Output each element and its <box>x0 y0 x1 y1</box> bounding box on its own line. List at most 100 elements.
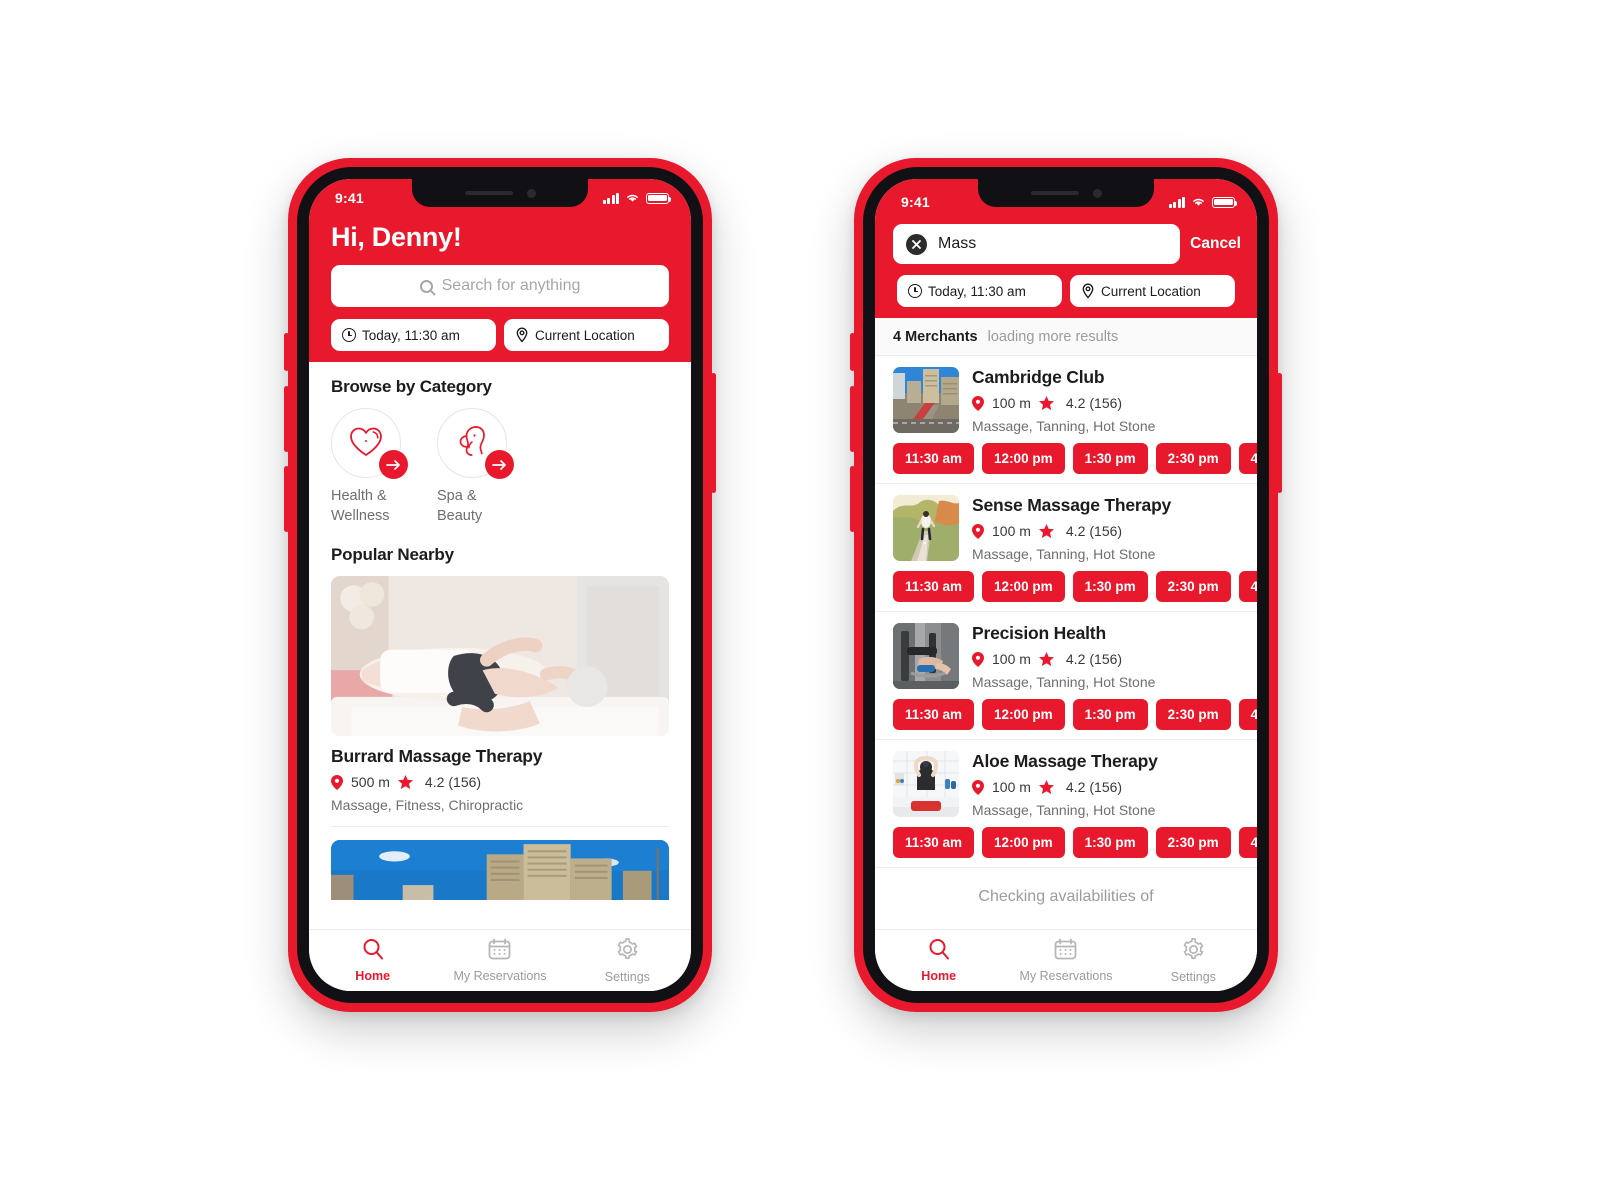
merchant-thumbnail <box>893 495 959 561</box>
star-icon <box>1038 395 1054 411</box>
cellular-bars-icon <box>602 192 619 204</box>
category-spa-beauty[interactable]: Spa & Beauty <box>437 408 514 526</box>
arrow-right-icon[interactable] <box>485 450 514 479</box>
home-content: Browse by Category Health & Wellness Spa… <box>309 362 691 901</box>
tab-settings[interactable]: Settings <box>564 937 691 984</box>
tab-my-reservations[interactable]: My Reservations <box>436 938 563 983</box>
filter-datetime-label: Today, 11:30 am <box>362 327 460 343</box>
category-section-title: Browse by Category <box>331 377 492 396</box>
clock-icon <box>342 328 356 342</box>
timeslot-button[interactable]: 12:00 pm <box>982 571 1065 602</box>
star-icon <box>1038 651 1054 667</box>
timeslot-button[interactable]: 4:00 pm <box>1238 443 1257 474</box>
phone-search-results: 9:41 Mass Cancel Today, 11:30 am Current… <box>850 158 1282 1012</box>
timeslot-button[interactable]: 12:00 pm <box>982 699 1065 730</box>
filter-row: Today, 11:30 am Current Location <box>309 319 691 362</box>
tab-home[interactable]: Home <box>309 938 436 983</box>
timeslot-button[interactable]: 11:30 am <box>893 699 975 730</box>
timeslot-button[interactable]: 12:00 pm <box>982 443 1065 474</box>
category-icon-circle <box>331 408 408 479</box>
filter-location-label: Current Location <box>1101 283 1201 299</box>
timeslot-button[interactable]: 1:30 pm <box>1072 699 1148 730</box>
filter-location[interactable]: Current Location <box>1070 275 1235 307</box>
results-header: 4 Merchants loading more results <box>875 318 1257 356</box>
timeslot-button[interactable]: 11:30 am <box>893 827 975 858</box>
star-icon <box>397 774 413 790</box>
tab-settings[interactable]: Settings <box>1130 937 1257 984</box>
timeslot-button[interactable]: 4:00 pm <box>1238 827 1257 858</box>
gear-icon <box>1182 937 1205 966</box>
loading-status-text: Checking availabilities of <box>978 888 1154 905</box>
merchant-thumbnail <box>893 751 959 817</box>
volume-down-button[interactable] <box>284 466 289 532</box>
search-input[interactable]: Mass <box>893 224 1181 264</box>
timeslot-button[interactable]: 2:30 pm <box>1155 699 1231 730</box>
tab-my-reservations[interactable]: My Reservations <box>1002 938 1129 983</box>
results-loading-label: loading more results <box>987 329 1119 345</box>
cancel-button[interactable]: Cancel <box>1190 235 1241 253</box>
card-meta: 500 m 4.2 (156) <box>331 774 669 790</box>
power-button[interactable] <box>711 373 716 493</box>
timeslot-list: 11:30 am 12:00 pm 1:30 pm 2:30 pm 4:00 p… <box>893 827 1257 858</box>
category-icon-circle <box>437 408 514 479</box>
mute-switch[interactable] <box>284 333 289 371</box>
filter-location-label: Current Location <box>535 327 635 343</box>
popular-card-1[interactable]: Burrard Massage Therapy 500 m 4.2 (156) <box>309 576 691 828</box>
volume-up-button[interactable] <box>850 386 855 452</box>
bottom-tab-bar: Home My Reservations Settings <box>875 929 1257 991</box>
timeslot-button[interactable]: 1:30 pm <box>1072 827 1148 858</box>
card-tags: Massage, Fitness, Chiropractic <box>331 797 524 814</box>
merchant-name: Sense Massage Therapy <box>972 495 1172 515</box>
power-button[interactable] <box>1277 373 1282 493</box>
timeslot-button[interactable]: 2:30 pm <box>1155 443 1231 474</box>
tab-home[interactable]: Home <box>875 938 1002 983</box>
earpiece-speaker <box>1030 191 1079 195</box>
category-health-wellness[interactable]: Health & Wellness <box>331 408 408 526</box>
timeslot-list: 11:30 am 12:00 pm 1:30 pm 2:30 pm 4:00 p… <box>893 443 1257 474</box>
tab-label: My Reservations <box>1019 969 1113 983</box>
card-review-count: (156) <box>448 774 482 791</box>
merchant-row[interactable]: Aloe Massage Therapy 100 m 4.2 (156) Mas… <box>875 740 1257 868</box>
notch <box>412 179 588 207</box>
location-pin-icon <box>972 779 984 795</box>
merchant-tags: Massage, Tanning, Hot Stone <box>972 418 1156 434</box>
timeslot-button[interactable]: 2:30 pm <box>1155 571 1231 602</box>
category-label: Health & Wellness <box>331 488 390 524</box>
mockup-canvas: 9:41 Hi, Denny! Search for anything Toda… <box>0 0 1600 1200</box>
merchant-row[interactable]: Cambridge Club 100 m 4.2 (156) Massage, … <box>875 356 1257 484</box>
card-distance: 500 m <box>351 774 390 791</box>
filter-datetime[interactable]: Today, 11:30 am <box>331 319 496 351</box>
timeslot-button[interactable]: 1:30 pm <box>1072 571 1148 602</box>
tab-label: Settings <box>604 969 650 984</box>
search-input[interactable]: Search for anything <box>331 265 669 307</box>
popular-card-2[interactable] <box>309 840 691 901</box>
tab-label: Settings <box>1170 969 1216 984</box>
merchant-name: Cambridge Club <box>972 367 1105 387</box>
timeslot-button[interactable]: 1:30 pm <box>1072 443 1148 474</box>
timeslot-button[interactable]: 2:30 pm <box>1155 827 1231 858</box>
filter-datetime[interactable]: Today, 11:30 am <box>897 275 1062 307</box>
filter-location[interactable]: Current Location <box>504 319 669 351</box>
star-icon <box>1038 779 1054 795</box>
timeslot-button[interactable]: 12:00 pm <box>982 827 1065 858</box>
timeslot-button[interactable]: 11:30 am <box>893 443 975 474</box>
popular-section-title: Popular Nearby <box>331 545 454 565</box>
timeslot-button[interactable]: 4:00 pm <box>1238 571 1257 602</box>
merchant-row[interactable]: Sense Massage Therapy 100 m 4.2 (156) Ma… <box>875 484 1257 612</box>
arrow-right-icon[interactable] <box>379 450 408 479</box>
merchant-rating: 4.2 <box>1065 523 1086 539</box>
location-pin-icon <box>515 327 529 343</box>
timeslot-button[interactable]: 4:00 pm <box>1238 699 1257 730</box>
clear-x-icon[interactable] <box>906 233 927 255</box>
search-icon <box>362 938 384 965</box>
merchant-row[interactable]: Precision Health 100 m 4.2 (156) Massage… <box>875 612 1257 740</box>
timeslot-button[interactable]: 11:30 am <box>893 571 975 602</box>
merchant-thumbnail <box>893 367 959 433</box>
volume-down-button[interactable] <box>850 466 855 532</box>
mute-switch[interactable] <box>850 333 855 371</box>
location-pin-icon <box>972 651 984 667</box>
volume-up-button[interactable] <box>284 386 289 452</box>
merchant-meta: 100 m 4.2 (156) <box>972 779 1257 795</box>
card-rating: 4.2 <box>424 774 445 791</box>
location-pin-icon <box>1081 283 1095 299</box>
